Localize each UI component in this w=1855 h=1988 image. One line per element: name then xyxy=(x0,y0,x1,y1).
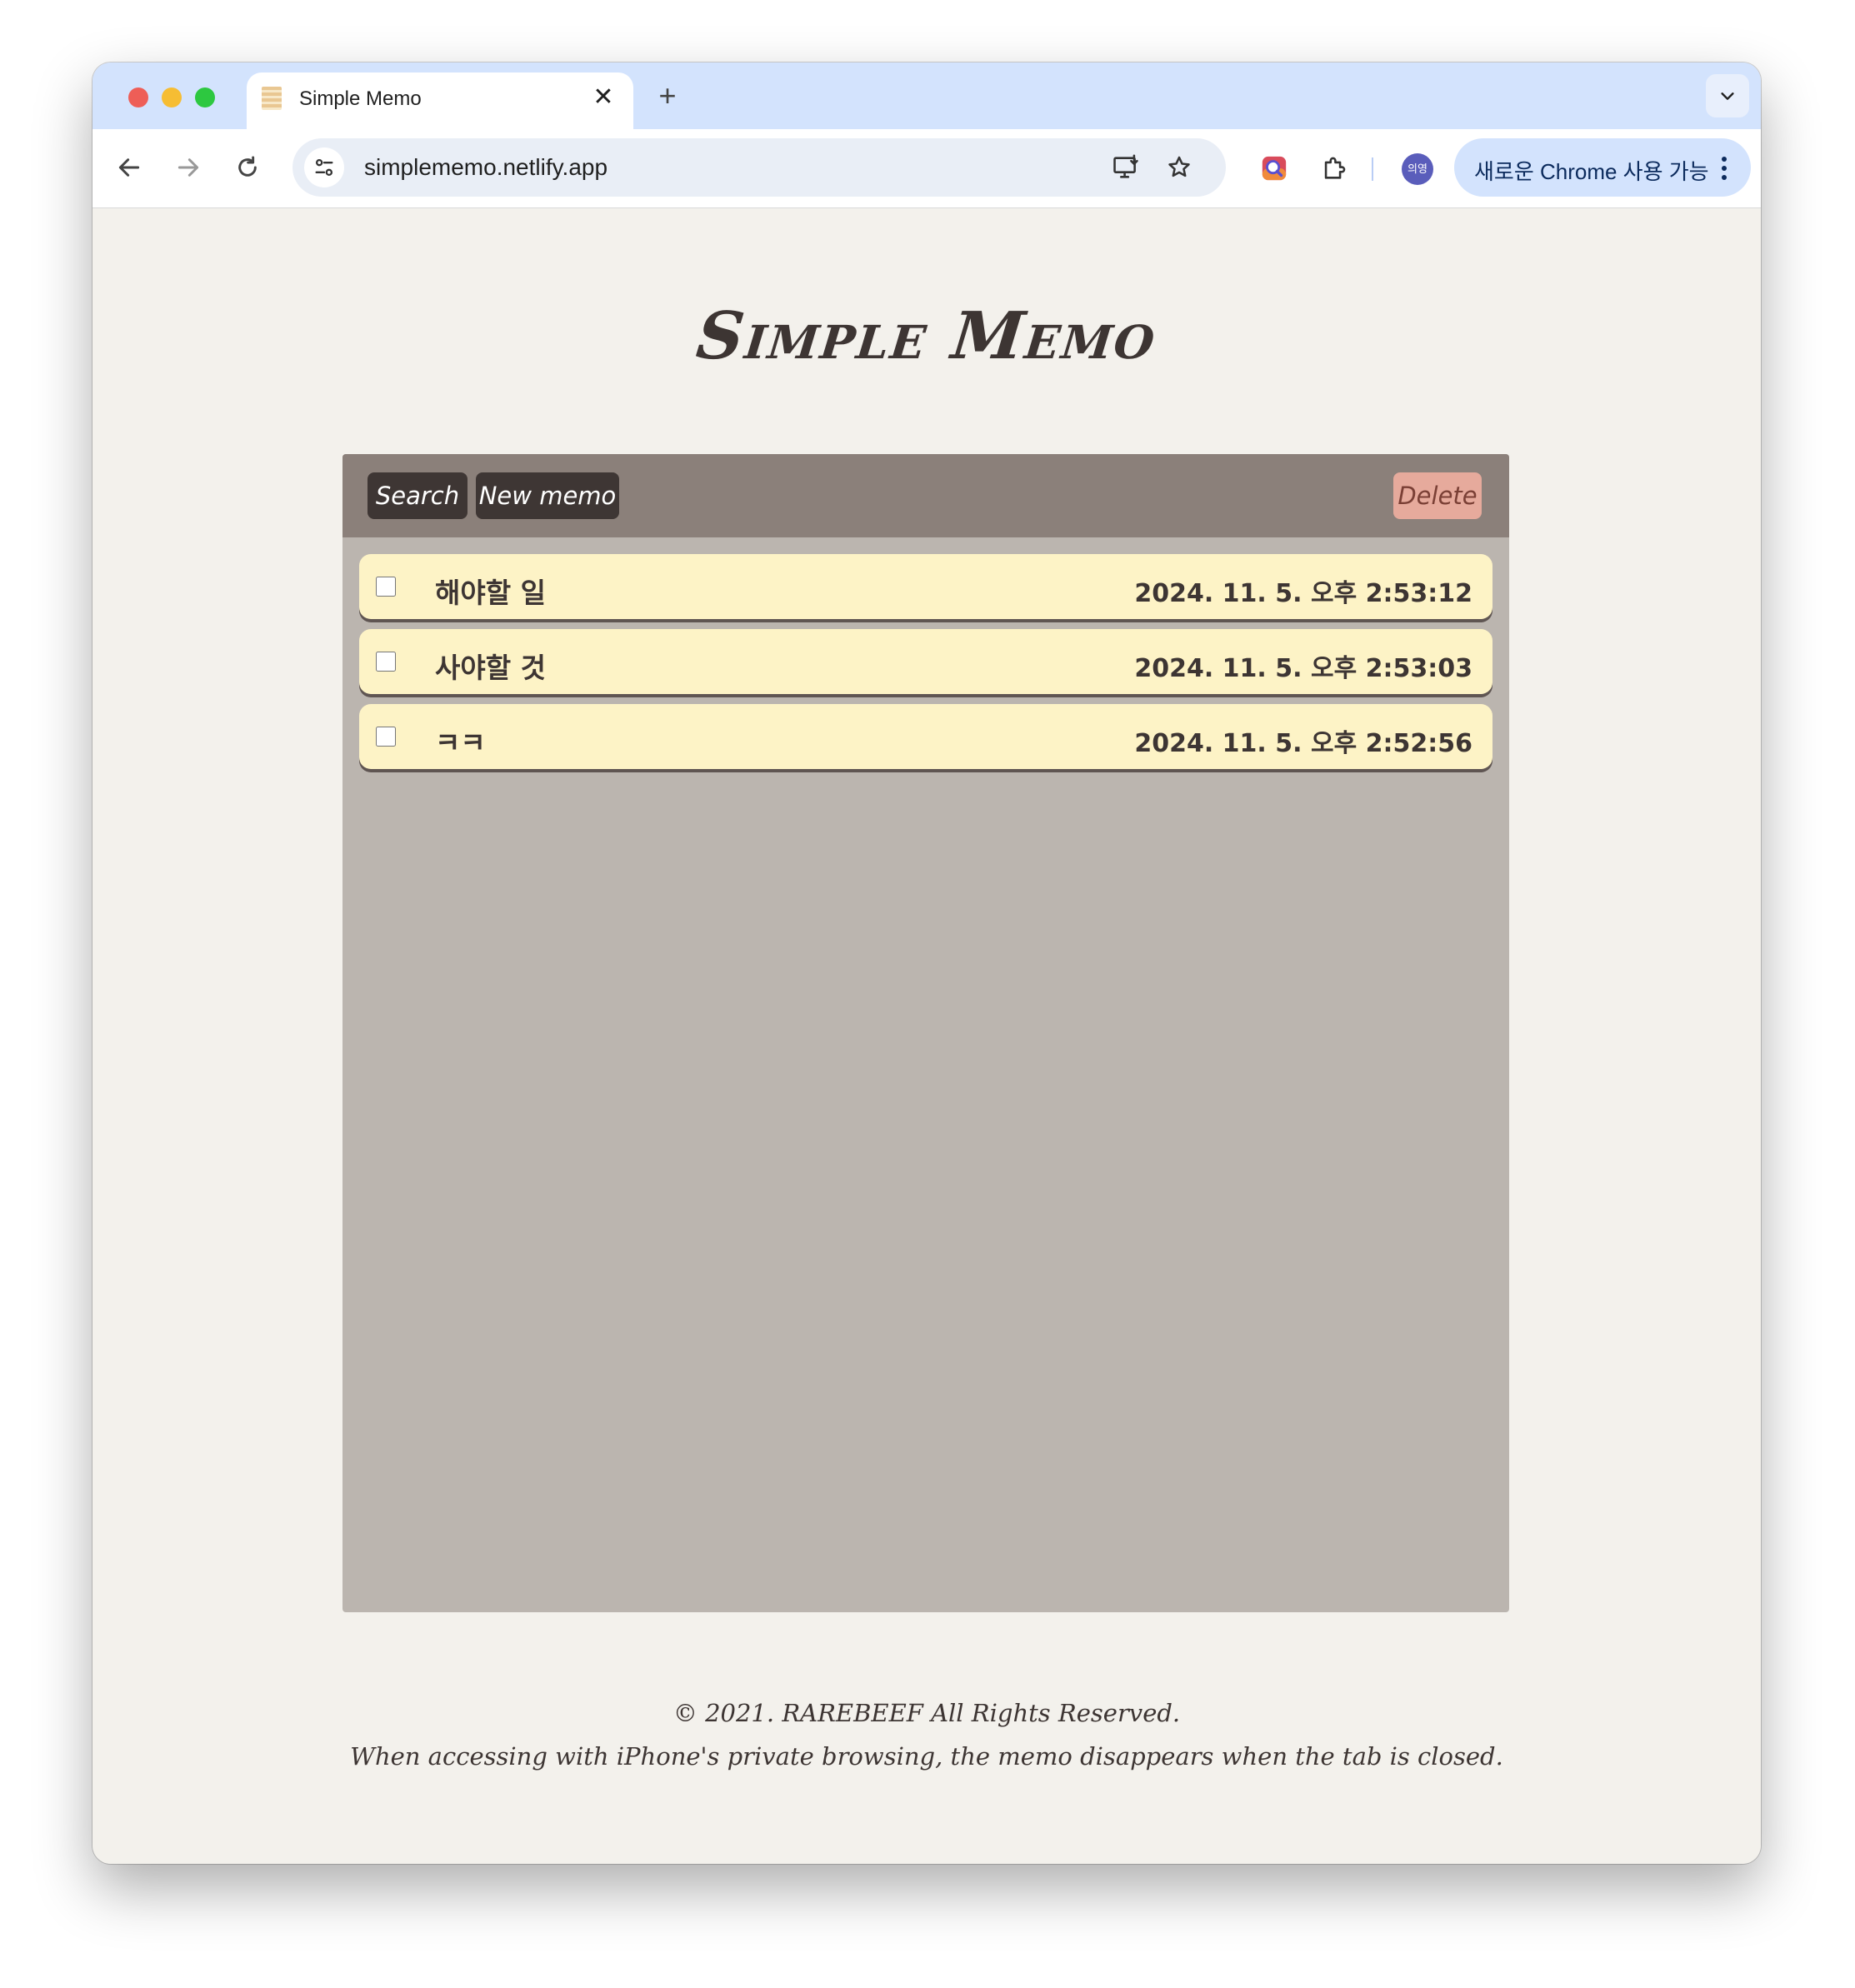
browser-toolbar: simplememo.netlify.app 의영 새로운 Chrome 사용 … xyxy=(92,129,1761,208)
memo-date: 2024. 11. 5. 오후 2:53:12 xyxy=(1134,579,1472,608)
toolbar-divider xyxy=(1372,157,1373,181)
new-tab-button[interactable]: + xyxy=(651,79,684,112)
memo-item[interactable]: 사야할 것 2024. 11. 5. 오후 2:53:03 xyxy=(359,629,1492,694)
memo-date: 2024. 11. 5. 오후 2:53:03 xyxy=(1134,654,1472,683)
window-minimize-button[interactable] xyxy=(162,87,182,107)
install-app-icon xyxy=(1113,154,1138,178)
window-maximize-button[interactable] xyxy=(195,87,215,107)
delete-button[interactable]: Delete xyxy=(1393,472,1482,519)
bookmark-button[interactable] xyxy=(1162,151,1196,184)
search-extension-icon xyxy=(1262,156,1287,181)
install-app-button[interactable] xyxy=(1109,151,1142,184)
address-bar[interactable]: simplememo.netlify.app xyxy=(292,138,1226,197)
memo-list: 해야할 일 2024. 11. 5. 오후 2:53:12 사야할 것 2024… xyxy=(359,554,1492,779)
update-label: 새로운 Chrome 사용 가능 xyxy=(1474,159,1709,184)
memo-title: 해야할 일 xyxy=(435,577,546,609)
memo-item[interactable]: ㅋㅋ 2024. 11. 5. 오후 2:52:56 xyxy=(359,704,1492,769)
memo-favicon-icon xyxy=(262,87,282,110)
memo-panel: Search New memo Delete 해야할 일 2024. 11. 5… xyxy=(342,454,1509,1612)
memo-date: 2024. 11. 5. 오후 2:52:56 xyxy=(1134,729,1472,758)
forward-arrow-icon xyxy=(178,158,199,177)
new-memo-button[interactable]: New memo xyxy=(476,472,619,519)
private-browsing-note: When accessing with iPhone's private bro… xyxy=(350,1742,1503,1771)
memo-item[interactable]: 해야할 일 2024. 11. 5. 오후 2:53:12 xyxy=(359,554,1492,619)
tab-strip: Simple Memo ✕ + xyxy=(92,62,1761,129)
browser-window: Simple Memo ✕ + simplememo.netlify.app 의… xyxy=(92,62,1761,1864)
memo-title: 사야할 것 xyxy=(435,652,546,684)
forward-button[interactable] xyxy=(168,147,208,187)
page-title: Simple Memo xyxy=(692,298,1161,374)
memo-checkbox[interactable] xyxy=(376,577,396,597)
back-arrow-icon xyxy=(118,158,140,177)
page-footer: © 2021. RAREBEEF All Rights Reserved. Wh… xyxy=(92,1691,1761,1778)
reload-icon xyxy=(238,156,257,177)
profile-avatar[interactable]: 의영 xyxy=(1402,153,1433,185)
search-button[interactable]: Search xyxy=(368,472,468,519)
reload-button[interactable] xyxy=(228,147,268,187)
memo-title: ㅋㅋ xyxy=(435,727,486,759)
chevron-down-icon xyxy=(1721,92,1734,100)
back-button[interactable] xyxy=(109,147,149,187)
chrome-update-button[interactable]: 새로운 Chrome 사용 가능 xyxy=(1454,138,1751,197)
extensions-button[interactable] xyxy=(1314,148,1354,188)
bookmark-star-icon xyxy=(1168,156,1190,177)
search-extension-button[interactable] xyxy=(1254,148,1294,188)
memo-checkbox[interactable] xyxy=(376,727,396,747)
tab-title: Simple Memo xyxy=(299,87,422,110)
url-text[interactable]: simplememo.netlify.app xyxy=(364,154,608,181)
copyright-text: © 2021. RAREBEEF All Rights Reserved. xyxy=(672,1699,1181,1727)
window-close-button[interactable] xyxy=(128,87,148,107)
site-settings-button[interactable] xyxy=(304,147,344,187)
memo-checkbox[interactable] xyxy=(376,652,396,672)
tab-close-icon[interactable]: ✕ xyxy=(588,82,618,112)
site-settings-icon xyxy=(315,158,333,177)
tab-search-button[interactable] xyxy=(1706,74,1749,117)
browser-tab[interactable]: Simple Memo ✕ xyxy=(247,72,633,129)
more-vert-icon[interactable] xyxy=(1719,155,1729,182)
extensions-puzzle-icon xyxy=(1324,157,1346,179)
page-viewport: Simple Memo Search New memo Delete 해야할 일… xyxy=(92,208,1761,1864)
memo-toolbar: Search New memo Delete xyxy=(342,454,1509,537)
